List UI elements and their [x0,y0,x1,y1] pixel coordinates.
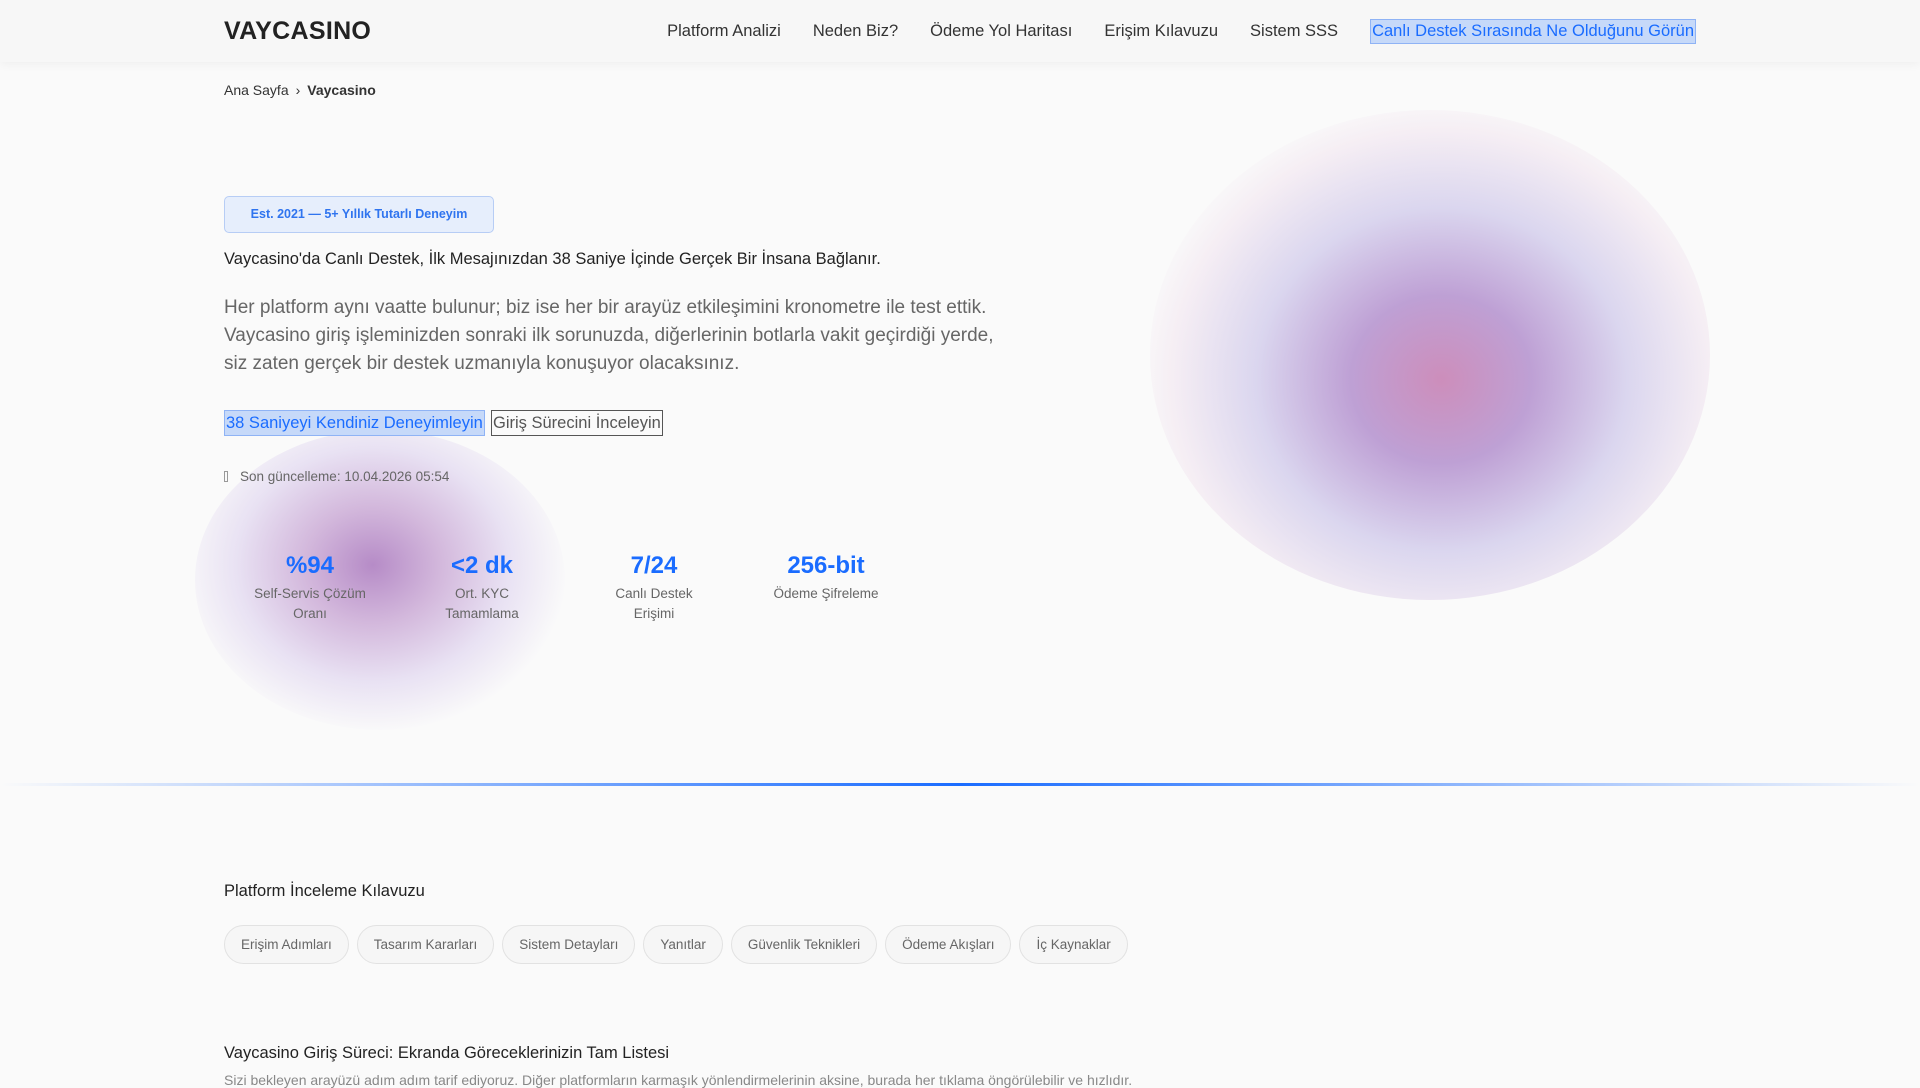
try-38-seconds-button[interactable]: 38 Saniyeyi Kendiniz Deneyimleyin [224,410,485,436]
site-header: VAYCASINO Platform Analizi Neden Biz? Öd… [0,0,1920,62]
process-text: Sizi bekleyen arayüzü adım adım tarif ed… [224,1072,1133,1088]
stat-value: %94 [285,552,335,579]
live-support-cta[interactable]: Canlı Destek Sırasında Ne Olduğunu Görün [1370,19,1696,44]
clock-icon [224,471,228,482]
last-updated-text: Son güncelleme: 10.04.2026 05:54 [240,469,450,484]
nav-sistem-sss[interactable]: Sistem SSS [1250,22,1338,41]
last-updated: Son güncelleme: 10.04.2026 05:54 [224,469,449,484]
stat-label: Self-Servis Çözüm Oranı [254,586,366,621]
stat-value: 7/24 [630,552,678,579]
stat-value: <2 dk [450,552,514,579]
chip-yanitlar[interactable]: Yanıtlar [643,925,723,964]
review-login-process-button[interactable]: Giriş Sürecini İnceleyin [491,410,663,436]
stat-item: <2 dk Ort. KYC Tamamlama [396,552,568,624]
main-nav: Platform Analizi Neden Biz? Ödeme Yol Ha… [667,19,1696,44]
nav-neden-biz[interactable]: Neden Biz? [813,22,898,41]
stats-row: %94 Self-Servis Çözüm Oranı <2 dk Ort. KYC… [224,552,912,624]
stat-item: 7/24 Canlı Destek Erişimi [568,552,740,624]
breadcrumb-current: Vaycasino [307,82,376,98]
decorative-gradient-blob [1150,110,1710,600]
section-divider [0,783,1920,786]
process-title: Vaycasino Giriş Süreci: Ekranda Görecekl… [224,1044,670,1062]
guide-chips: Erişim Adımları Tasarım Kararları Sistem… [224,925,1128,964]
stat-label: Canlı Destek Erişimi [615,586,693,621]
nav-erisim-kilavuzu[interactable]: Erişim Kılavuzu [1104,22,1218,41]
chip-tasarim-kararlari[interactable]: Tasarım Kararları [356,925,495,964]
breadcrumb-home[interactable]: Ana Sayfa [224,82,289,98]
chip-guvenlik-teknikleri[interactable]: Güvenlik Teknikleri [730,925,878,964]
logo[interactable]: VAYCASINO [224,17,371,46]
stat-item: %94 Self-Servis Çözüm Oranı [224,552,396,624]
chip-ic-kaynaklar[interactable]: İç Kaynaklar [1019,925,1128,964]
breadcrumb-separator: › [295,82,301,98]
nav-odeme-yol-haritasi[interactable]: Ödeme Yol Haritası [930,22,1072,41]
guide-title: Platform İnceleme Kılavuzu [224,882,425,900]
chip-erisim-adimlari[interactable]: Erişim Adımları [224,925,349,964]
chip-odeme-akislari[interactable]: Ödeme Akışları [885,925,1012,964]
established-badge: Est. 2021 — 5+ Yıllık Tutarlı Deneyim [224,196,494,233]
nav-platform-analizi[interactable]: Platform Analizi [667,22,781,41]
breadcrumb: Ana Sayfa › Vaycasino [224,82,376,98]
stat-label: Ödeme Şifreleme [773,586,879,601]
chip-sistem-detaylari[interactable]: Sistem Detayları [502,925,636,964]
hero-title: Vaycasino'da Canlı Destek, İlk Mesajınız… [224,250,881,268]
stat-item: 256-bit Ödeme Şifreleme [740,552,912,624]
stat-label: Ort. KYC Tamamlama [445,586,519,621]
stat-value: 256-bit [787,552,865,579]
hero-lead: Her platform aynı vaatte bulunur; biz is… [224,297,994,374]
